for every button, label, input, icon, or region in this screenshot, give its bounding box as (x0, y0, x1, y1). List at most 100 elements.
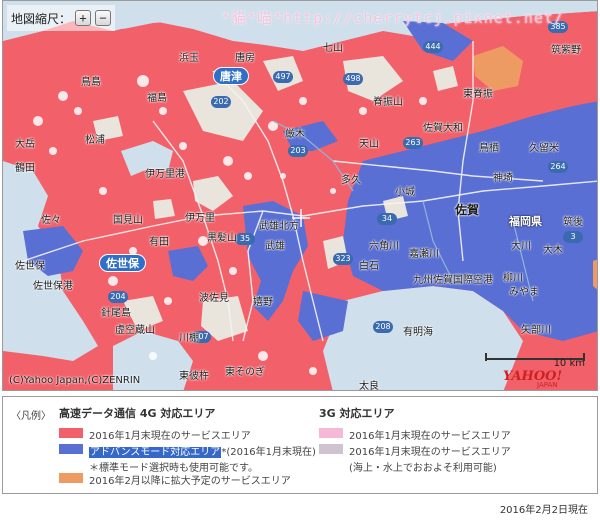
place-label[interactable]: 伊万里港 (145, 165, 185, 180)
place-label[interactable]: 佐賀 (455, 201, 479, 218)
place-label[interactable]: 佐賀大和 (423, 119, 463, 134)
scale-bar: 10 km (485, 353, 585, 369)
legend-swatch-grey (319, 444, 343, 454)
place-label[interactable]: 神埼 (493, 169, 513, 184)
city-badge[interactable]: 唐津 (213, 67, 249, 85)
place-label[interactable]: 七山 (323, 39, 343, 54)
legend-row-future: 2016年2月以降に拡大予定のサービスエリア (59, 472, 316, 487)
route-shield: 35 (235, 233, 255, 245)
legend-note: ＊標準モード選択時も使用可能です。 (89, 463, 258, 474)
route-shield: 204 (108, 291, 128, 303)
route-shield: 203 (288, 145, 308, 157)
place-label[interactable]: 川棚 (179, 329, 199, 344)
legend-label-highlight: アドバンスモード対応エリア (89, 447, 222, 458)
place-label[interactable]: 伊万里 (185, 209, 215, 224)
place-label[interactable]: 脊振山 (373, 93, 403, 108)
place-label[interactable]: 大岳 (15, 135, 35, 150)
legend-swatch-orange (59, 473, 83, 483)
place-label[interactable]: 白石 (359, 257, 379, 272)
legend-4g-column: 高速データ通信 4G 対応エリア 2016年1月末現在のサービスエリア アドバン… (59, 405, 316, 488)
map-canvas[interactable] (3, 1, 598, 391)
place-label[interactable]: 多久 (341, 171, 361, 186)
legend-label: 2016年1月末現在のサービスエリア (349, 431, 511, 442)
place-label[interactable]: 厳木 (285, 125, 305, 140)
legend-label: 2016年2月以降に拡大予定のサービスエリア (89, 476, 291, 487)
route-shield: 323 (333, 253, 353, 265)
place-label[interactable]: 武雄 (265, 237, 285, 252)
as-of-date: 2016年2月2日現在 (499, 505, 588, 516)
place-label[interactable]: 有明海 (403, 323, 433, 338)
place-label[interactable]: 波佐見 (199, 289, 229, 304)
place-label[interactable]: 大木 (543, 241, 563, 256)
legend-3g-title: 3G 対応エリア (319, 407, 395, 420)
place-label[interactable]: 大川 (511, 237, 531, 252)
legend-3g-column: 3G 対応エリア 2016年1月末現在のサービスエリア 2016年1月末現在のサ… (319, 405, 511, 474)
place-label[interactable]: 佐世保 (15, 257, 45, 272)
place-label[interactable]: 天山 (359, 135, 379, 150)
legend-caption: 〈凡例〉 (11, 411, 51, 422)
place-label[interactable]: 有田 (149, 233, 169, 248)
route-shield: 3 (563, 231, 583, 243)
legend-label: 2016年1月末現在のサービスエリア (349, 447, 511, 458)
yahoo-logo-sub: JAPAN (537, 381, 558, 389)
place-label[interactable]: 矢部川 (521, 321, 551, 336)
city-badge[interactable]: 佐世保 (99, 254, 146, 272)
place-label[interactable]: 鳥栖 (479, 139, 499, 154)
place-label[interactable]: 小城 (395, 183, 415, 198)
legend-label: *(2016年1月末現在) (221, 447, 316, 458)
coverage-map[interactable]: 497 202 203 263 204 35 34 498 207 208 44… (2, 0, 598, 391)
place-label[interactable]: 鶴田 (15, 159, 35, 174)
place-label[interactable]: 浜玉 (179, 49, 199, 64)
place-label[interactable]: 東彼杵 (179, 367, 209, 382)
route-shield: 263 (403, 137, 423, 149)
route-shield: 34 (377, 213, 397, 225)
place-label[interactable]: みやま (509, 283, 539, 298)
place-label[interactable]: 福島 (147, 89, 167, 104)
legend-row-advanced: アドバンスモード対応エリア*(2016年1月末現在) (59, 443, 316, 458)
zoom-out-button[interactable]: − (95, 10, 112, 26)
route-shield: 498 (343, 73, 363, 85)
route-shield: 202 (211, 96, 231, 108)
place-label[interactable]: 佐々 (41, 211, 61, 226)
route-shield: 208 (373, 321, 393, 333)
scale-label: 10 km (553, 358, 585, 369)
route-shield: 497 (273, 71, 293, 83)
place-label[interactable]: 柳川 (503, 269, 523, 284)
place-label[interactable]: 国見山 (113, 211, 143, 226)
legend-note: (海上・水上でおおよそ利用可能) (349, 463, 497, 474)
zoom-in-button[interactable]: + (75, 10, 92, 26)
place-label[interactable]: 佐世保港 (33, 277, 73, 292)
place-label-prefecture[interactable]: 福岡県 (509, 213, 542, 229)
legend-swatch-red (59, 428, 83, 438)
legend-row-4g-current: 2016年1月末現在のサービスエリア (59, 427, 316, 442)
place-label[interactable]: 武雄北方 (259, 217, 299, 232)
place-label[interactable]: 黒髪山 (207, 229, 237, 244)
place-label[interactable]: 鳥島 (81, 73, 101, 88)
place-label[interactable]: 松浦 (85, 131, 105, 146)
place-label[interactable]: 筑紫野 (551, 41, 581, 56)
place-label[interactable]: 六角川 (369, 237, 399, 252)
legend-swatch-blue (59, 444, 83, 454)
zoom-label: 地図縮尺： (11, 11, 72, 26)
place-label[interactable]: 針尾島 (101, 304, 131, 319)
watermark-text: *貓*喵*http://cherrytcj.pixnet.net/ (221, 9, 564, 27)
place-label[interactable]: 九州佐賀国際空港 (413, 271, 493, 286)
zoom-control: 地図縮尺： + − (7, 5, 116, 31)
legend-row-3g-pink: 2016年1月末現在のサービスエリア (319, 427, 511, 442)
legend-4g-title: 高速データ通信 4G 対応エリア (59, 407, 216, 420)
place-label[interactable]: 嬉野 (253, 293, 273, 308)
map-legend: 〈凡例〉 高速データ通信 4G 対応エリア 2016年1月末現在のサービスエリア… (2, 396, 598, 494)
route-shield: 444 (423, 41, 443, 53)
scale-tick (485, 353, 487, 361)
place-label[interactable]: 太良 (359, 377, 379, 390)
place-label[interactable]: 久留米 (529, 139, 559, 154)
map-copyright: (C)Yahoo Japan,(C)ZENRIN (9, 375, 141, 386)
place-label[interactable]: 唐房 (235, 49, 255, 64)
place-label[interactable]: 嘉瀬川 (409, 245, 439, 260)
place-label[interactable]: 東脊振 (463, 85, 493, 100)
place-label[interactable]: 東そのぎ (225, 363, 265, 378)
legend-swatch-pink (319, 428, 343, 438)
place-label[interactable]: 虚空蔵山 (115, 321, 155, 336)
place-label[interactable]: 筑後 (563, 213, 583, 228)
legend-label: 2016年1月末現在のサービスエリア (89, 431, 251, 442)
